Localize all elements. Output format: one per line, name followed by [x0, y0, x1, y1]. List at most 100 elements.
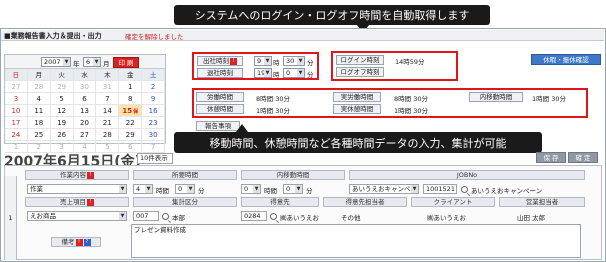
calendar-day[interactable]: 7: [96, 93, 120, 105]
actual-break-label: 実休憩時間: [333, 104, 381, 114]
clock-in-min: 30: [286, 57, 295, 65]
calendar-day[interactable]: 28: [27, 81, 51, 93]
calendar-day[interactable]: 7: [142, 141, 166, 153]
calendar-day[interactable]: 22: [119, 117, 143, 129]
job-select-value: あいうえおキャンペーン: [352, 185, 419, 193]
move-min-select[interactable]: 0: [283, 184, 303, 194]
clock-in-hour-select[interactable]: 9: [254, 56, 272, 66]
header-job-no: JOBNo: [349, 170, 585, 180]
clock-out-label-text: 退社時刻: [207, 69, 233, 77]
count-select[interactable]: 10件表示: [137, 153, 173, 164]
clock-out-min-select[interactable]: 0: [283, 68, 305, 78]
work-time-value: 8時間 30分: [256, 95, 290, 103]
calendar-day[interactable]: 31: [96, 81, 120, 93]
work-type-select[interactable]: 作業: [27, 184, 127, 194]
calendar-grid: 日月火水木金土 27 28 29 30 31 1 2 3 4 5 6 7 8 9 10 11 12 13 14 15保…: [5, 69, 166, 153]
req-hour-select[interactable]: 4: [133, 184, 153, 194]
calendar-day[interactable]: 10: [5, 105, 28, 117]
calendar-day[interactable]: 6: [73, 93, 97, 105]
req-min-select[interactable]: 0: [175, 184, 195, 194]
calendar-day[interactable]: 1: [119, 81, 143, 93]
calendar-day[interactable]: 18: [27, 117, 51, 129]
calendar-day[interactable]: 20: [73, 117, 97, 129]
calendar-day[interactable]: 30: [142, 129, 166, 141]
client-code-input[interactable]: 0284: [241, 211, 267, 221]
calendar-day[interactable]: 28: [96, 129, 120, 141]
client-code-value: 0284: [244, 212, 261, 220]
req-hour-unit: 時間: [156, 187, 169, 195]
calendar-day[interactable]: 11: [27, 105, 51, 117]
summary-code-value: 007: [136, 212, 149, 220]
sales-item-value: えお商品: [30, 212, 56, 220]
calendar-day[interactable]: 25: [27, 129, 51, 141]
job-select[interactable]: あいうえおキャンペーン: [349, 184, 419, 194]
work-type-value: 作業: [30, 185, 43, 193]
calendar-day[interactable]: 5: [50, 93, 74, 105]
calendar-day[interactable]: 23: [142, 117, 166, 129]
calendar-day[interactable]: 16: [142, 105, 166, 117]
move-min-value: 0: [286, 185, 291, 193]
calendar-day[interactable]: 4: [27, 93, 51, 105]
count-select-value: 10件表示: [140, 154, 168, 162]
leave-check-button[interactable]: 休暇・振休確認: [531, 54, 601, 65]
client-name: ㈱あいうえお: [280, 214, 319, 222]
calendar-day[interactable]: 15保: [119, 105, 143, 117]
work-time-label-text: 労働時間: [207, 93, 233, 101]
move-hour-select[interactable]: 0: [241, 184, 261, 194]
calendar-day[interactable]: 21: [96, 117, 120, 129]
weekday-label: 土: [142, 69, 166, 81]
calendar-day[interactable]: 29: [119, 129, 143, 141]
work-time-label: 労働時間: [196, 92, 244, 102]
clock-in-hour: 9: [257, 57, 262, 65]
weekday-label: 金: [119, 69, 143, 81]
print-button[interactable]: 印 刷: [113, 57, 139, 68]
calendar-day[interactable]: 13: [73, 105, 97, 117]
job-name: あいうえおキャンペーン: [471, 187, 543, 195]
search-icon[interactable]: [270, 213, 277, 220]
required-badge: !: [87, 198, 94, 206]
calendar-day[interactable]: 30: [73, 81, 97, 93]
report-label-text: 報告事項: [205, 122, 231, 130]
calendar-day[interactable]: 17: [5, 117, 28, 129]
calendar-day[interactable]: 8: [119, 93, 143, 105]
logoff-time-label: ログオフ時刻: [336, 67, 384, 77]
clock-in-min-select[interactable]: 30: [283, 56, 305, 66]
required-badge: !: [87, 171, 94, 179]
remarks-textarea[interactable]: プレゼン資料作成: [131, 224, 581, 258]
clock-out-hour-unit: 時: [273, 71, 280, 79]
calendar-day[interactable]: 12: [50, 105, 74, 117]
calendar-day[interactable]: 14: [96, 105, 120, 117]
search-icon[interactable]: [461, 186, 468, 193]
summary-code-input[interactable]: 007: [133, 211, 159, 221]
calendar-day[interactable]: 9: [142, 93, 166, 105]
weekday-label: 木: [96, 69, 120, 81]
calendar-day[interactable]: 26: [50, 129, 74, 141]
job-no-input[interactable]: 1001521: [423, 184, 457, 194]
calendar-day[interactable]: 27: [73, 129, 97, 141]
confirm-button[interactable]: 確 定: [568, 152, 598, 163]
year-select[interactable]: 2007: [41, 57, 71, 67]
search-icon[interactable]: [162, 213, 169, 220]
weekday-label: 火: [50, 69, 74, 81]
clock-out-min: 0: [286, 69, 291, 77]
header-summary: 集計区分: [133, 197, 237, 207]
info-badge: ?: [83, 238, 91, 246]
move-hour-value: 0: [244, 185, 249, 193]
middle-callout: 移動時間、休憩時間など各種時間データの入力、集計が可能: [174, 132, 542, 153]
break-time-label-text: 休憩時間: [207, 105, 233, 113]
calendar-day[interactable]: 2: [142, 81, 166, 93]
sales-item-select[interactable]: えお商品: [27, 211, 127, 221]
required-badge: !: [75, 238, 83, 246]
calendar-day[interactable]: 3: [5, 93, 28, 105]
calendar-day[interactable]: 24: [5, 129, 28, 141]
calendar-day[interactable]: 29: [50, 81, 74, 93]
sales-rep: 山田 太郎: [517, 214, 546, 222]
header-sales-item-text: 売上項目: [60, 198, 86, 206]
clock-out-hour-select[interactable]: 19: [254, 68, 272, 78]
month-select[interactable]: 6: [83, 57, 101, 67]
calendar-day[interactable]: 27: [5, 81, 28, 93]
calendar-week-row: 10 11 12 13 14 15保 16: [5, 105, 166, 117]
header-client-co: クライアント: [411, 197, 495, 207]
save-button[interactable]: 保 存: [536, 152, 566, 163]
calendar-day[interactable]: 19: [50, 117, 74, 129]
